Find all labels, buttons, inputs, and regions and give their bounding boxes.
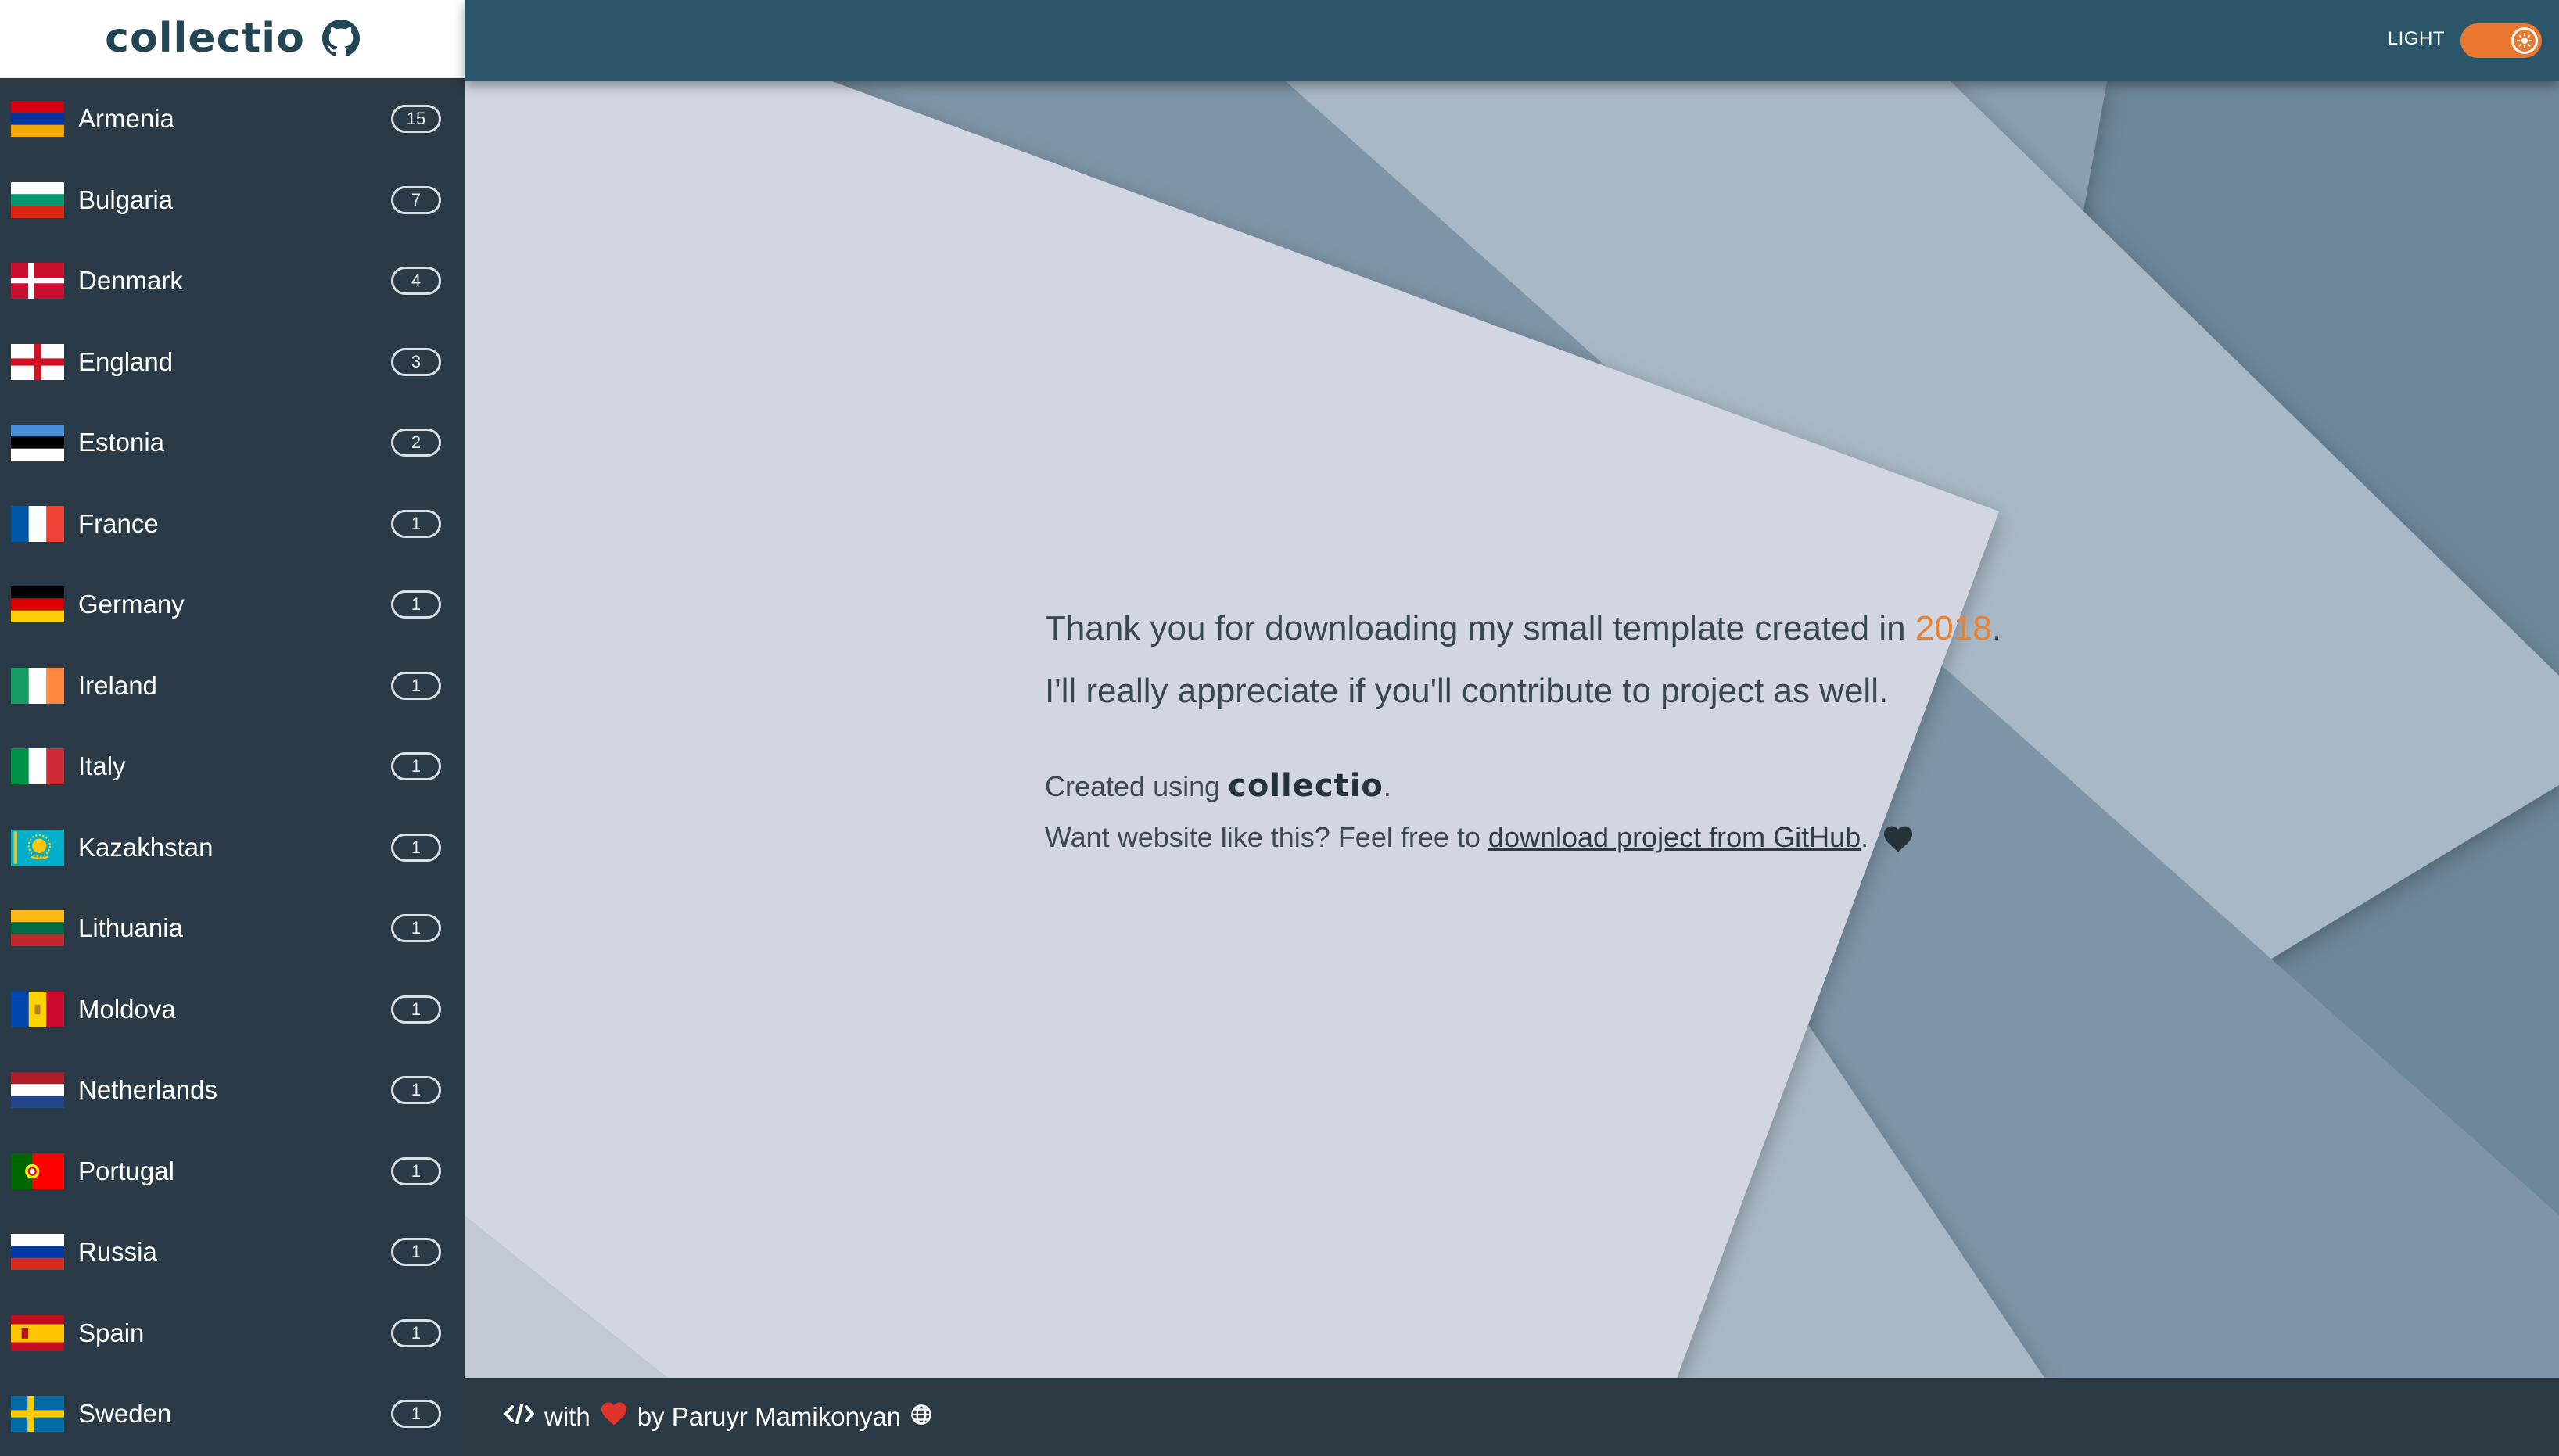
theme-label: LIGHT	[2387, 28, 2445, 49]
country-name: Germany	[78, 590, 185, 619]
sidebar-item-moldova[interactable]: Moldova 1	[0, 969, 465, 1050]
footer-author[interactable]: by Paruyr Mamikonyan	[637, 1402, 901, 1432]
portugal-flag	[11, 1153, 64, 1189]
count-badge: 1	[391, 510, 441, 538]
france-flag	[11, 506, 64, 542]
brand-name: collectio	[1228, 768, 1384, 804]
count-badge: 3	[391, 348, 441, 376]
count-badge: 1	[391, 590, 441, 619]
logo-text: collectio	[105, 15, 305, 62]
year-highlight: 2018	[1915, 609, 1992, 647]
country-name: Spain	[78, 1318, 145, 1347]
country-name: England	[78, 347, 174, 376]
top-bar: LIGHT	[465, 0, 2559, 81]
count-badge: 1	[391, 752, 441, 780]
download-period: .	[1861, 821, 1869, 853]
code-icon	[504, 1402, 535, 1432]
footer-with-text: with	[544, 1402, 590, 1431]
sidebar-item-estonia[interactable]: Estonia 2	[0, 402, 465, 483]
thank-you-line: Thank you for downloading my small templ…	[1045, 597, 2001, 660]
moldova-flag	[11, 992, 64, 1027]
footer: with by Paruyr Mamikonyan	[465, 1378, 2559, 1456]
sidebar-item-russia[interactable]: Russia 1	[0, 1211, 465, 1293]
heart-icon	[600, 1401, 628, 1433]
italy-flag	[11, 748, 64, 784]
count-badge: 1	[391, 834, 441, 862]
count-badge: 2	[391, 429, 441, 457]
created-using-text: Created using	[1045, 770, 1229, 802]
count-badge: 1	[391, 1076, 441, 1104]
country-name: Netherlands	[78, 1075, 217, 1104]
sidebar-item-denmark[interactable]: Denmark 4	[0, 240, 465, 321]
sidebar-item-lithuania[interactable]: Lithuania 1	[0, 888, 465, 969]
theme-toggle[interactable]	[2460, 23, 2542, 58]
country-name: Lithuania	[78, 913, 183, 942]
country-name: Ireland	[78, 671, 157, 700]
denmark-flag	[11, 263, 64, 299]
contribute-line: I'll really appreciate if you'll contrib…	[1045, 672, 1889, 710]
country-name: Estonia	[78, 428, 165, 457]
country-name: Sweden	[78, 1399, 172, 1428]
count-badge: 4	[391, 267, 441, 295]
github-download-link[interactable]: download project from GitHub	[1488, 821, 1861, 853]
welcome-message: Thank you for downloading my small templ…	[1045, 597, 2001, 854]
country-name: Denmark	[78, 266, 183, 295]
ireland-flag	[11, 668, 64, 704]
heart-icon	[1882, 825, 1914, 853]
sidebar-item-germany[interactable]: Germany 1	[0, 564, 465, 645]
germany-flag	[11, 586, 64, 622]
sidebar-item-netherlands[interactable]: Netherlands 1	[0, 1049, 465, 1131]
lithuania-flag	[11, 910, 64, 946]
count-badge: 1	[391, 914, 441, 942]
armenia-flag	[11, 101, 64, 137]
sidebar-item-spain[interactable]: Spain 1	[0, 1293, 465, 1374]
download-text: Want website like this? Feel free to	[1045, 821, 1488, 853]
created-using-period: .	[1383, 770, 1391, 802]
count-badge: 1	[391, 1238, 441, 1266]
count-badge: 15	[391, 105, 441, 133]
count-badge: 1	[391, 1400, 441, 1428]
count-badge: 7	[391, 186, 441, 214]
sidebar-item-ireland[interactable]: Ireland 1	[0, 645, 465, 726]
sidebar-item-armenia[interactable]: Armenia 15	[0, 78, 465, 160]
count-badge: 1	[391, 1157, 441, 1185]
estonia-flag	[11, 425, 64, 461]
download-line: Want website like this? Feel free to dow…	[1045, 821, 2001, 854]
count-badge: 1	[391, 672, 441, 700]
sidebar-item-bulgaria[interactable]: Bulgaria 7	[0, 160, 465, 241]
github-icon[interactable]	[321, 20, 360, 57]
spain-flag	[11, 1315, 64, 1351]
kazakhstan-flag	[11, 830, 64, 866]
sidebar-item-italy[interactable]: Italy 1	[0, 726, 465, 807]
created-using-line: Created using collectio.	[1045, 768, 2001, 804]
sidebar: Armenia 15 Bulgaria 7 Denmark 4 England …	[0, 78, 465, 1456]
thank-you-period: .	[1991, 609, 2001, 647]
thank-you-text: Thank you for downloading my small templ…	[1045, 609, 1915, 647]
main-content: Thank you for downloading my small templ…	[465, 81, 2559, 1378]
country-name: Bulgaria	[78, 185, 174, 214]
netherlands-flag	[11, 1072, 64, 1108]
country-name: Moldova	[78, 995, 176, 1024]
russia-flag	[11, 1234, 64, 1270]
sidebar-item-sweden[interactable]: Sweden 1	[0, 1373, 465, 1454]
country-name: Russia	[78, 1237, 157, 1266]
logo[interactable]: collectio	[0, 0, 465, 78]
count-badge: 1	[391, 995, 441, 1024]
country-name: France	[78, 509, 159, 538]
country-name: Armenia	[78, 104, 174, 133]
sun-icon	[2511, 27, 2538, 54]
country-name: Italy	[78, 751, 126, 780]
sidebar-item-france[interactable]: France 1	[0, 483, 465, 565]
sweden-flag	[11, 1396, 64, 1432]
country-name: Kazakhstan	[78, 833, 214, 862]
sidebar-item-kazakhstan[interactable]: Kazakhstan 1	[0, 807, 465, 888]
bulgaria-flag	[11, 182, 64, 218]
sidebar-item-portugal[interactable]: Portugal 1	[0, 1131, 465, 1212]
sidebar-item-england[interactable]: England 3	[0, 321, 465, 403]
country-name: Portugal	[78, 1157, 174, 1185]
globe-icon[interactable]	[910, 1402, 932, 1432]
count-badge: 1	[391, 1319, 441, 1347]
england-flag	[11, 344, 64, 380]
